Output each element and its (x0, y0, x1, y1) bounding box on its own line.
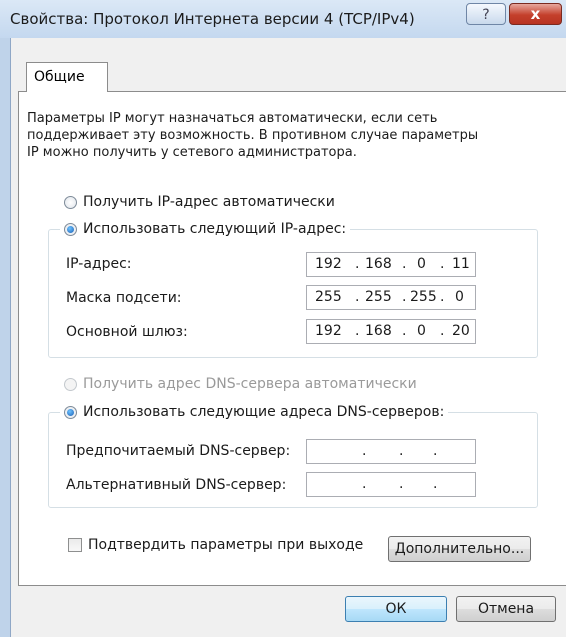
alternate-dns-label: Альтернативный DNS-сервер: (66, 477, 287, 493)
ip-octet: 0 (417, 323, 426, 339)
radio-ip-manual[interactable]: Использовать следующий IP-адрес: (60, 221, 351, 237)
validate-on-exit-label: Подтвердить параметры при выходе (88, 537, 364, 553)
radio-dns-manual[interactable]: Использовать следующие адреса DNS-сервер… (60, 404, 449, 420)
ip-dot: . (402, 323, 407, 339)
radio-dns-auto-button[interactable] (64, 377, 77, 391)
help-button[interactable]: ? (466, 3, 506, 25)
radio-ip-manual-label: Использовать следующий IP-адрес: (83, 221, 347, 237)
ip-octet: 168 (365, 256, 392, 272)
radio-dns-auto-label: Получить адрес DNS-сервера автоматически (83, 376, 417, 392)
close-button[interactable]: x (509, 3, 562, 25)
ip-dot: . (433, 443, 438, 459)
ok-button[interactable]: ОК (345, 596, 447, 622)
radio-ip-manual-button[interactable] (64, 222, 77, 236)
default-gateway-label: Основной шлюз: (66, 324, 188, 340)
preferred-dns-field[interactable]: . . . (306, 439, 476, 464)
ip-dot: . (399, 443, 404, 459)
ip-address-label: IP-адрес: (66, 256, 132, 272)
radio-ip-auto[interactable]: Получить IP-адрес автоматически (64, 194, 335, 210)
ip-dot: . (402, 289, 407, 305)
ip-address-field[interactable]: 192 . 168 . 0 . 11 (306, 252, 476, 277)
ip-dot: . (355, 289, 360, 305)
description-line: IP можно получить у сетевого администрат… (27, 145, 357, 160)
validate-on-exit-checkbox-row[interactable]: Подтвердить параметры при выходе (68, 537, 363, 553)
window-title: Свойства: Протокол Интернета версии 4 (T… (10, 10, 415, 28)
ip-octet: 192 (315, 323, 342, 339)
advanced-button[interactable]: Дополнительно... (388, 536, 531, 562)
ip-dot: . (355, 323, 360, 339)
ip-octet: 20 (452, 323, 470, 339)
ip-dot: . (440, 323, 445, 339)
description-line: поддерживает эту возможность. В противно… (27, 128, 479, 143)
description-text: Параметры IP могут назначаться автоматич… (27, 110, 547, 161)
ip-octet: 255 (315, 289, 342, 305)
tab-general[interactable]: Общие (26, 62, 108, 92)
radio-dns-manual-label: Использовать следующие адреса DNS-сервер… (83, 404, 445, 420)
ip-dot: . (433, 476, 438, 492)
ip-octet: 11 (452, 256, 470, 272)
radio-ip-auto-label: Получить IP-адрес автоматически (83, 194, 335, 210)
cancel-button[interactable]: Отмена (456, 596, 556, 622)
ip-dot: . (399, 476, 404, 492)
preferred-dns-label: Предпочитаемый DNS-сервер: (66, 443, 291, 459)
radio-ip-auto-button[interactable] (64, 195, 77, 209)
default-gateway-field[interactable]: 192 . 168 . 0 . 20 (306, 319, 476, 344)
subnet-mask-label: Маска подсети: (66, 290, 182, 306)
ip-dot: . (355, 256, 360, 272)
ip-octet: 0 (417, 256, 426, 272)
dialog-window: Свойства: Протокол Интернета версии 4 (T… (0, 0, 566, 637)
subnet-mask-field[interactable]: 255 . 255 . 255 . 0 (306, 285, 476, 310)
ip-dot: . (402, 256, 407, 272)
ip-dot: . (440, 289, 445, 305)
ip-dot: . (362, 476, 367, 492)
ip-dot: . (362, 443, 367, 459)
ip-octet: 192 (315, 256, 342, 272)
ip-dot: . (440, 256, 445, 272)
radio-dns-manual-button[interactable] (64, 405, 77, 419)
alternate-dns-field[interactable]: . . . (306, 472, 476, 497)
ip-octet: 0 (455, 289, 464, 305)
description-line: Параметры IP могут назначаться автоматич… (27, 111, 438, 126)
validate-on-exit-checkbox[interactable] (68, 538, 82, 552)
radio-dns-auto[interactable]: Получить адрес DNS-сервера автоматически (64, 376, 417, 392)
ip-octet: 168 (365, 323, 392, 339)
ip-octet: 255 (365, 289, 392, 305)
title-bar[interactable]: Свойства: Протокол Интернета версии 4 (T… (0, 0, 566, 38)
ip-octet: 255 (410, 289, 437, 305)
